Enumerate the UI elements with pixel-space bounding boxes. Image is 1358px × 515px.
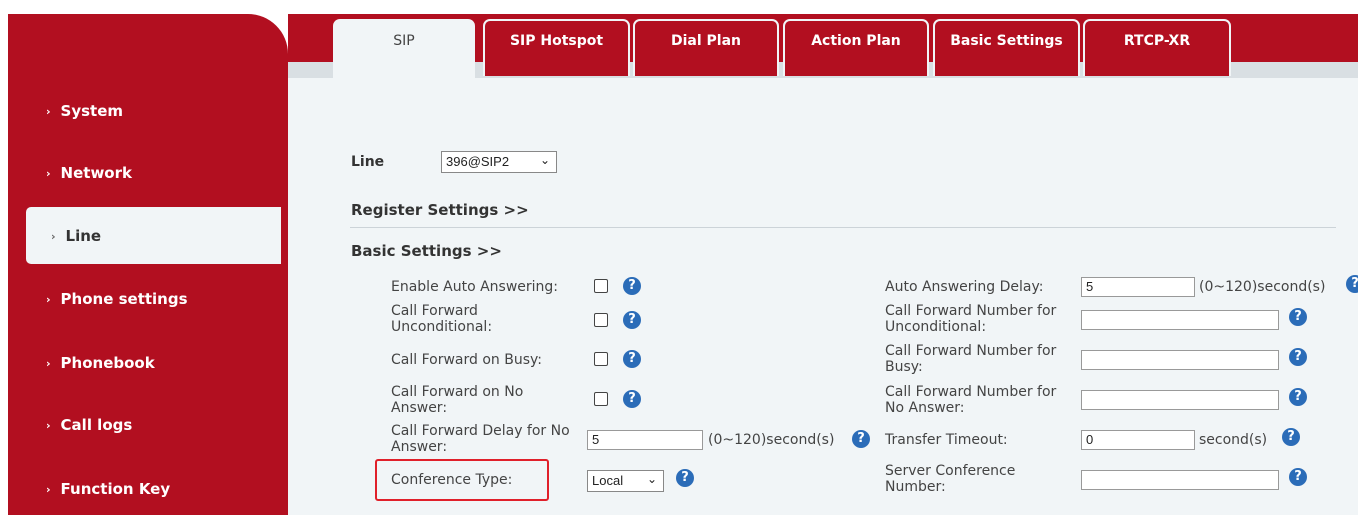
cf-unconditional-label: Call Forward Unconditional:: [391, 303, 492, 335]
help-icon[interactable]: ?: [1346, 275, 1358, 293]
chevron-down-icon: ⌄: [646, 472, 657, 486]
label-line: Call Forward on No: [391, 384, 524, 400]
label-line: Answer:: [391, 400, 448, 416]
cfn-busy-input[interactable]: [1081, 350, 1279, 370]
sidebar-item-function-key[interactable]: › Function Key: [46, 480, 170, 498]
chevron-right-icon: ›: [46, 419, 51, 432]
chevron-right-icon: ›: [46, 483, 51, 496]
sidebar-item-call-logs[interactable]: › Call logs: [46, 416, 132, 434]
sidebar: › System › Network › Phone settings › Phoneb…: [8, 14, 288, 515]
sidebar-item-label: Function Key: [60, 480, 171, 498]
tab-sip-hotspot[interactable]: SIP Hotspot: [483, 19, 630, 76]
sidebar-item-label: Call logs: [60, 416, 133, 434]
label-line: Answer:: [391, 439, 448, 455]
conference-type-value: Local: [592, 473, 624, 488]
sidebar-item-phone-settings[interactable]: › Phone settings: [46, 290, 188, 308]
line-select[interactable]: 396@SIP2 ⌄: [441, 151, 557, 173]
label-line: Call Forward Number for: [885, 343, 1057, 359]
sidebar-item-line[interactable]: › Line: [26, 207, 281, 264]
auto-answer-delay-label: Auto Answering Delay:: [885, 279, 1044, 295]
label-line: No Answer:: [885, 400, 965, 416]
sidebar-item-label: Phonebook: [60, 354, 155, 372]
help-icon[interactable]: ?: [623, 277, 641, 295]
label-line: Number:: [885, 479, 946, 495]
sidebar-item-system[interactable]: › System: [46, 102, 123, 120]
chevron-right-icon: ›: [51, 230, 56, 243]
cfn-no-answer-input[interactable]: [1081, 390, 1279, 410]
cf-no-answer-checkbox[interactable]: [594, 392, 608, 406]
label-line: Call Forward Number for: [885, 303, 1057, 319]
sidebar-item-network[interactable]: › Network: [46, 164, 132, 182]
chevron-right-icon: ›: [46, 293, 51, 306]
help-icon[interactable]: ?: [1282, 428, 1300, 446]
help-icon[interactable]: ?: [1289, 308, 1307, 326]
cfn-no-answer-label: Call Forward Number for No Answer:: [885, 384, 1056, 416]
cfn-unconditional-label: Call Forward Number for Unconditional:: [885, 303, 1056, 335]
sidebar-item-label: Line: [65, 227, 102, 245]
register-settings-link[interactable]: Register Settings >>: [351, 201, 529, 219]
label-line: Call Forward Number for: [885, 384, 1057, 400]
help-icon[interactable]: ?: [623, 311, 641, 329]
chevron-right-icon: ›: [46, 167, 51, 180]
tab-basic-settings[interactable]: Basic Settings: [933, 19, 1080, 76]
line-select-value: 396@SIP2: [446, 154, 510, 169]
sidebar-item-label: System: [60, 102, 124, 120]
tab-rtcp-xr[interactable]: RTCP-XR: [1083, 19, 1231, 76]
auto-answer-delay-input[interactable]: 5: [1081, 277, 1195, 297]
label-line: Call Forward: [391, 303, 478, 319]
help-icon[interactable]: ?: [676, 469, 694, 487]
help-icon[interactable]: ?: [852, 430, 870, 448]
cf-busy-checkbox[interactable]: [594, 352, 608, 366]
chevron-right-icon: ›: [46, 105, 51, 118]
chevron-down-icon: ⌄: [539, 153, 550, 167]
line-label: Line: [351, 154, 385, 170]
cf-delay-unit: (0~120)second(s): [708, 432, 835, 448]
help-icon[interactable]: ?: [1289, 388, 1307, 406]
server-conference-label: Server Conference Number:: [885, 463, 1015, 495]
chevron-right-icon: ›: [46, 357, 51, 370]
cf-delay-input[interactable]: 5: [587, 430, 703, 450]
help-icon[interactable]: ?: [623, 350, 641, 368]
cf-no-answer-label: Call Forward on No Answer:: [391, 384, 523, 416]
divider: [350, 227, 1336, 228]
server-conference-input[interactable]: [1081, 470, 1279, 490]
label-line: Server Conference: [885, 463, 1016, 479]
enable-auto-answering-checkbox[interactable]: [594, 279, 608, 293]
transfer-timeout-unit: second(s): [1199, 432, 1268, 448]
conference-type-select[interactable]: Local ⌄: [587, 470, 664, 492]
help-icon[interactable]: ?: [623, 390, 641, 408]
transfer-timeout-input[interactable]: 0: [1081, 430, 1195, 450]
label-line: Unconditional:: [885, 319, 987, 335]
conference-type-label: Conference Type:: [391, 472, 513, 488]
label-line: Unconditional:: [391, 319, 493, 335]
sidebar-item-phonebook[interactable]: › Phonebook: [46, 354, 155, 372]
tab-dial-plan[interactable]: Dial Plan: [633, 19, 779, 76]
cf-unconditional-checkbox[interactable]: [594, 313, 608, 327]
sidebar-item-label: Network: [60, 164, 132, 182]
help-icon[interactable]: ?: [1289, 348, 1307, 366]
cfn-unconditional-input[interactable]: [1081, 310, 1279, 330]
basic-settings-link[interactable]: Basic Settings >>: [351, 242, 502, 260]
transfer-timeout-label: Transfer Timeout:: [885, 432, 1008, 448]
cfn-busy-label: Call Forward Number for Busy:: [885, 343, 1056, 375]
sidebar-item-label: Phone settings: [60, 290, 188, 308]
label-line: Call Forward Delay for No: [391, 423, 570, 439]
enable-auto-answering-label: Enable Auto Answering:: [391, 279, 559, 295]
cf-busy-label: Call Forward on Busy:: [391, 352, 542, 368]
help-icon[interactable]: ?: [1289, 468, 1307, 486]
tab-action-plan[interactable]: Action Plan: [783, 19, 929, 76]
auto-answer-delay-unit: (0~120)second(s): [1199, 279, 1326, 295]
tab-sip[interactable]: SIP: [333, 19, 475, 79]
label-line: Busy:: [885, 359, 923, 375]
cf-delay-label: Call Forward Delay for No Answer:: [391, 423, 570, 455]
